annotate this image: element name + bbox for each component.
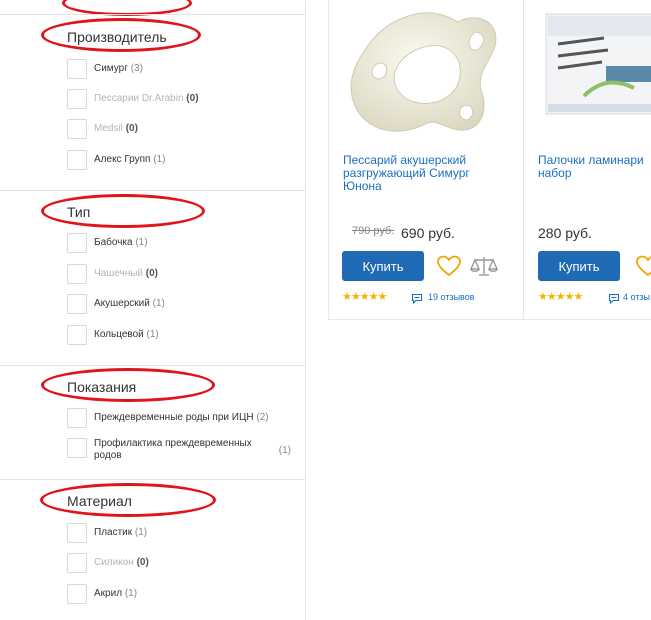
filter-option[interactable]: Кольцевой (1) [67,325,297,347]
compare-scales-icon[interactable] [469,255,499,282]
option-label: Профилактика преждевременных родов [94,438,252,461]
reviews-link[interactable]: 4 отзы [623,292,650,302]
option-count: (1) [278,445,291,456]
filter-option[interactable]: Чашечный (0) [67,264,297,286]
reviews-link[interactable]: 19 отзывов [428,292,475,302]
filter-option[interactable]: Силикон (0) [67,553,297,575]
product-title[interactable]: Палочки ламинари набор [538,154,651,180]
option-count: (1) [124,588,138,599]
divider [0,365,305,366]
checkbox[interactable] [67,119,87,139]
checkbox[interactable] [67,150,87,170]
checkbox[interactable] [67,89,87,109]
option-label: Бабочка [94,237,133,248]
price: 280 руб. [538,225,592,241]
filter-option[interactable]: Акрил (1) [67,584,297,606]
filter-option[interactable]: Бабочка (1) [67,233,297,255]
option-count: (0) [145,268,158,279]
checkbox[interactable] [67,523,87,543]
filter-title-manufacturer: Производитель [67,29,167,45]
product-card: Пессарий акушерский разгружающий Симург … [328,0,524,320]
divider [0,479,305,480]
option-label: Акушерский [94,298,150,309]
option-label: Чашечный [94,268,143,279]
option-label: Преждевременные роды при ИЦН [94,412,254,423]
heart-icon[interactable] [636,255,651,282]
rating-stars: ★★★★★ [342,291,387,303]
option-count: (0) [186,93,199,104]
rating-stars: ★★★★★ [538,291,583,303]
filter-option[interactable]: Преждевременные роды при ИЦН (2) [67,408,297,430]
annotation-oval [41,194,205,228]
option-label: Пессарии Dr.Arabin [94,93,184,104]
checkbox[interactable] [67,264,87,284]
checkbox[interactable] [67,553,87,573]
divider [0,190,305,191]
filter-title-indications: Показания [67,379,137,395]
chat-bubble-icon [411,291,423,309]
buy-button[interactable]: Купить [538,251,620,281]
filter-option[interactable]: Профилактика преждевременных родов (1) [67,438,297,464]
checkbox[interactable] [67,408,87,428]
option-count: (1) [146,329,159,340]
option-count: (1) [134,527,148,538]
filter-option[interactable]: Алекс Групп (1) [67,150,297,172]
option-label: Акрил [94,588,123,599]
chat-bubble-icon [608,291,620,309]
option-count: (3) [130,63,143,74]
option-count: (1) [152,298,165,309]
option-count: (0) [125,123,138,134]
divider [0,14,305,15]
filter-option[interactable]: Пластик (1) [67,523,297,545]
filter-option[interactable]: Medsil (0) [67,119,297,141]
price: 690 руб. [401,225,455,241]
checkbox[interactable] [67,325,87,345]
product-image[interactable] [544,4,651,134]
option-label: Пластик [94,527,133,538]
option-count: (2) [256,412,269,423]
product-card: Палочки ламинари набор 280 руб. Купить ★… [523,0,651,320]
checkbox[interactable] [67,438,87,458]
old-price: 790 руб. [352,225,395,237]
checkbox[interactable] [67,584,87,604]
option-label: Симург [94,63,128,74]
option-label: Алекс Групп [94,154,151,165]
filter-option[interactable]: Акушерский (1) [67,294,297,316]
filter-option[interactable]: Пессарии Dr.Arabin (0) [67,89,297,111]
option-label: Medsil [94,123,123,134]
filter-sidebar: Производитель Симург (3) Пессарии Dr.Ara… [0,0,306,620]
filter-title-material: Материал [67,493,132,509]
checkbox[interactable] [67,294,87,314]
option-label: Силикон [94,557,134,568]
option-count: (1) [135,237,148,248]
heart-icon[interactable] [437,255,461,282]
option-count: (0) [136,557,149,568]
option-label: Кольцевой [94,329,144,340]
checkbox[interactable] [67,59,87,79]
option-count: (1) [153,154,166,165]
filter-option[interactable]: Симург (3) [67,59,297,81]
product-title[interactable]: Пессарий акушерский разгружающий Симург … [343,154,493,193]
checkbox[interactable] [67,233,87,253]
product-image[interactable] [343,6,513,136]
buy-button[interactable]: Купить [342,251,424,281]
filter-title-type: Тип [67,204,91,220]
